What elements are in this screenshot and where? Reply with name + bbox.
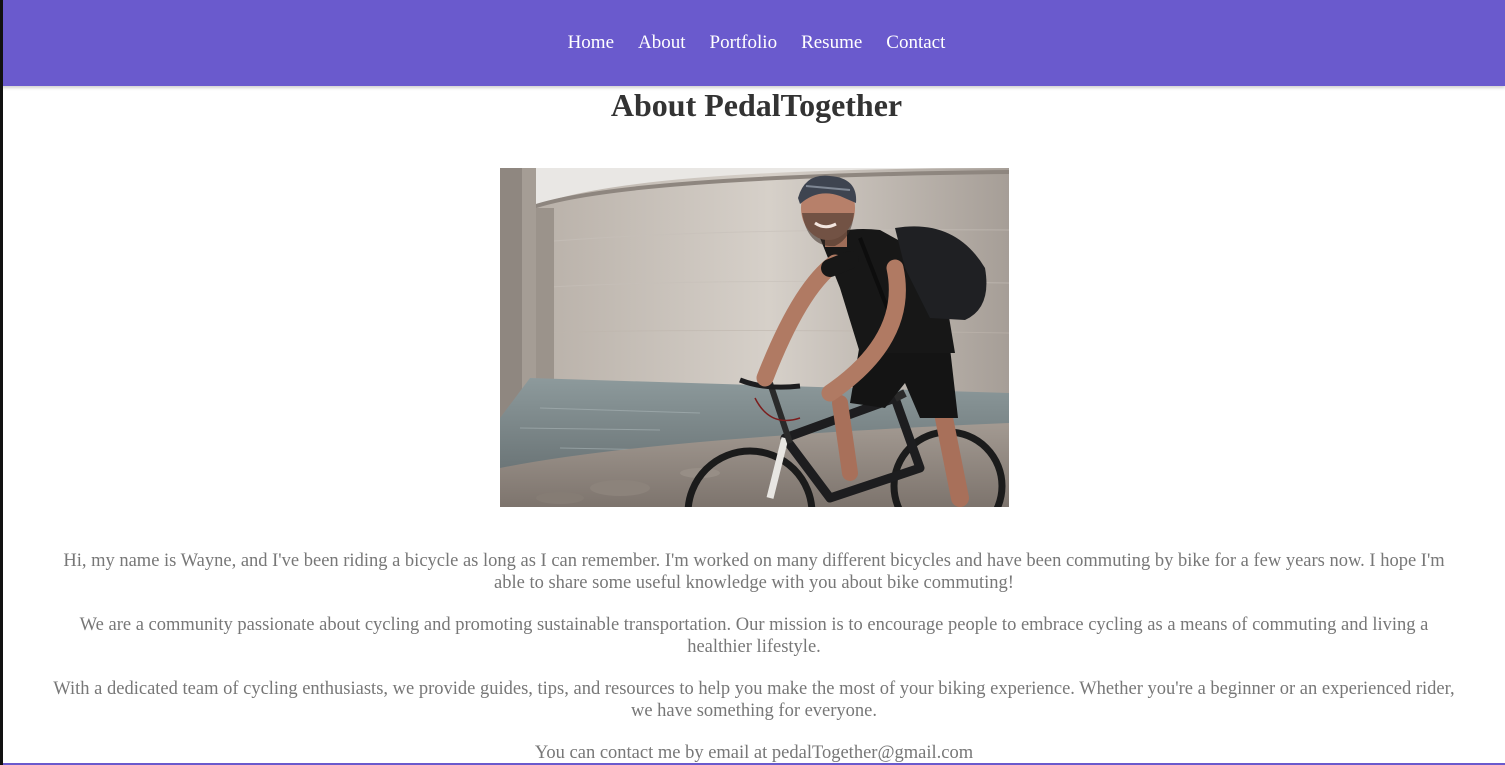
- window-left-edge: [0, 0, 3, 765]
- nav-link-about[interactable]: About: [638, 32, 686, 54]
- contact-email-text: You can contact me by email at pedalToge…: [534, 743, 974, 763]
- page-title: About PedalTogether: [610, 87, 903, 123]
- top-navbar: Home About Portfolio Resume Contact: [0, 0, 1505, 86]
- team-paragraph: With a dedicated team of cycling enthusi…: [53, 679, 1455, 721]
- nav-link-portfolio[interactable]: Portfolio: [710, 32, 778, 54]
- nav-link-contact[interactable]: Contact: [886, 32, 945, 54]
- hero-image-cyclist: [500, 168, 1009, 507]
- nav-link-home[interactable]: Home: [568, 32, 614, 54]
- page: Home About Portfolio Resume Contact Abou…: [0, 0, 1505, 765]
- nav-link-resume[interactable]: Resume: [801, 32, 862, 54]
- nav-links: Home About Portfolio Resume Contact: [0, 32, 1505, 54]
- about-content: Hi, my name is Wayne, and I've been ridi…: [46, 550, 1462, 765]
- mission-paragraph: We are a community passionate about cycl…: [79, 615, 1429, 657]
- intro-paragraph: Hi, my name is Wayne, and I've been ridi…: [63, 551, 1445, 593]
